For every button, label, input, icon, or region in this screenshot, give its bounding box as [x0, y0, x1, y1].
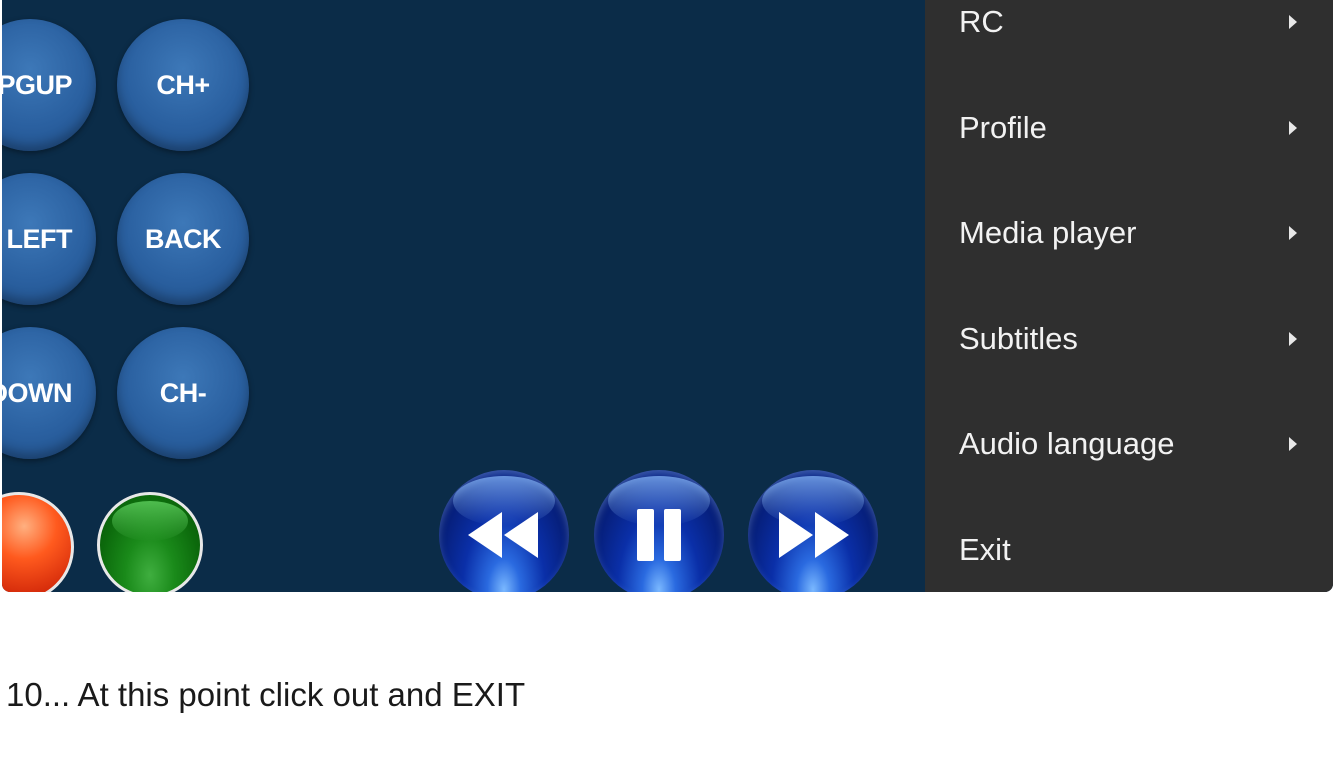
menu-item-subtitles[interactable]: Subtitles: [925, 309, 1333, 369]
chevron-right-icon: [1289, 437, 1297, 451]
instruction-caption: 10... At this point click out and EXIT: [6, 676, 526, 713]
pause-icon: [637, 509, 681, 561]
fast-forward-icon: [779, 512, 849, 558]
fast-forward-button[interactable]: [748, 470, 878, 592]
menu-item-label: Audio language: [959, 426, 1175, 461]
chevron-right-icon: [1289, 332, 1297, 346]
back-button-label: BACK: [145, 223, 222, 254]
down-button-label: DOWN: [2, 377, 73, 408]
rewind-icon: [468, 512, 538, 558]
green-button[interactable]: [97, 492, 203, 592]
menu-item-label: Subtitles: [959, 321, 1078, 356]
channel-up-button-label: CH+: [156, 69, 210, 100]
red-button[interactable]: [2, 492, 74, 592]
channel-up-button[interactable]: CH+: [117, 19, 249, 151]
chevron-right-icon: [1289, 121, 1297, 135]
rewind-button[interactable]: [439, 470, 569, 592]
left-button[interactable]: LEFT: [2, 173, 96, 305]
menu-item-label: Profile: [959, 110, 1047, 145]
menu-item-media-player[interactable]: Media player: [925, 203, 1333, 263]
left-button-label: LEFT: [6, 223, 73, 254]
menu-item-rc[interactable]: RC: [925, 0, 1333, 52]
channel-down-button[interactable]: CH-: [117, 327, 249, 459]
menu-item-exit[interactable]: Exit: [925, 520, 1333, 580]
pgup-button[interactable]: PGUP: [2, 19, 96, 151]
pgup-button-label: PGUP: [2, 69, 72, 100]
menu-item-audio-language[interactable]: Audio language: [925, 414, 1333, 474]
chevron-right-icon: [1289, 226, 1297, 240]
chevron-right-icon: [1289, 15, 1297, 29]
down-button[interactable]: DOWN: [2, 327, 96, 459]
channel-down-button-label: CH-: [159, 377, 207, 408]
menu-item-label: Exit: [959, 532, 1011, 567]
back-button[interactable]: BACK: [117, 173, 249, 305]
menu-item-label: RC: [959, 4, 1004, 39]
pause-button[interactable]: [594, 470, 724, 592]
context-menu: RC Profile Media player Subtitles Audio …: [925, 0, 1333, 592]
menu-item-profile[interactable]: Profile: [925, 98, 1333, 158]
menu-item-label: Media player: [959, 215, 1137, 250]
